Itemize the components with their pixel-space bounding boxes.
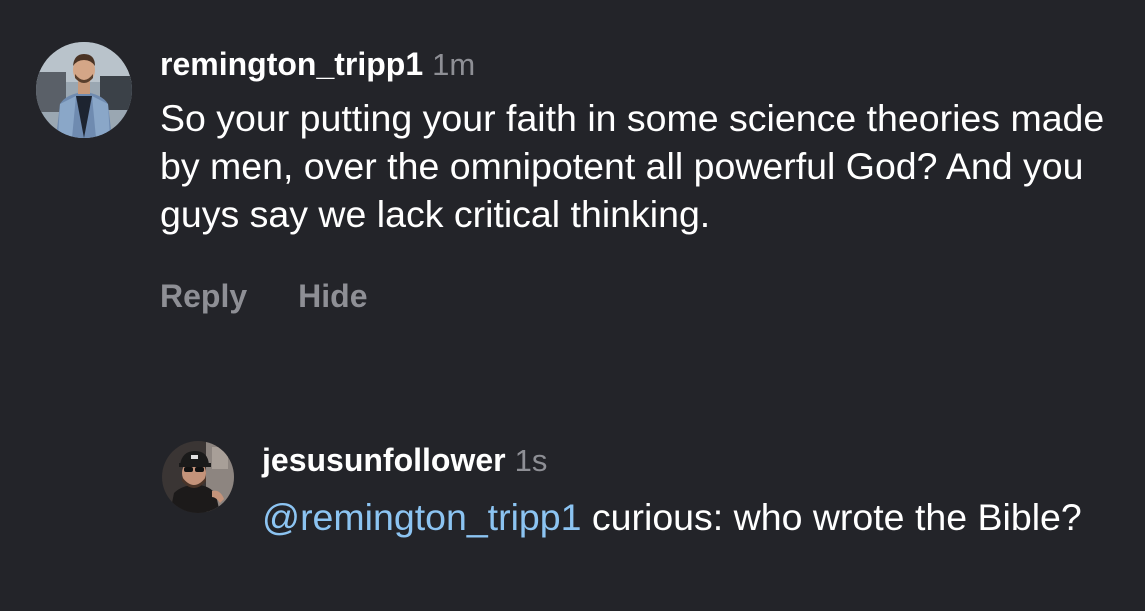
comment-text: So your putting your faith in some scien… bbox=[160, 97, 1105, 235]
mention-link[interactable]: @remington_tripp1 bbox=[262, 496, 581, 538]
reply-text-body: curious: who wrote the Bible? bbox=[581, 496, 1082, 538]
user-avatar-photo-icon bbox=[36, 42, 132, 138]
username[interactable]: jesusunfollower bbox=[262, 440, 506, 480]
reply-button[interactable]: Reply bbox=[160, 278, 247, 315]
timestamp: 1m bbox=[432, 47, 476, 82]
reply-item: jesusunfollower 1s @remington_tripp1 cur… bbox=[162, 441, 1122, 541]
username[interactable]: remington_tripp1 bbox=[160, 44, 423, 84]
timestamp: 1s bbox=[514, 443, 548, 478]
avatar[interactable] bbox=[162, 441, 234, 513]
hide-button[interactable]: Hide bbox=[298, 278, 367, 315]
comment-item: remington_tripp1 1m So your putting your… bbox=[36, 42, 1120, 315]
avatar[interactable] bbox=[36, 42, 132, 138]
user-avatar-photo-icon bbox=[162, 441, 234, 513]
reply-text: @remington_tripp1 curious: who wrote the… bbox=[262, 493, 1122, 541]
